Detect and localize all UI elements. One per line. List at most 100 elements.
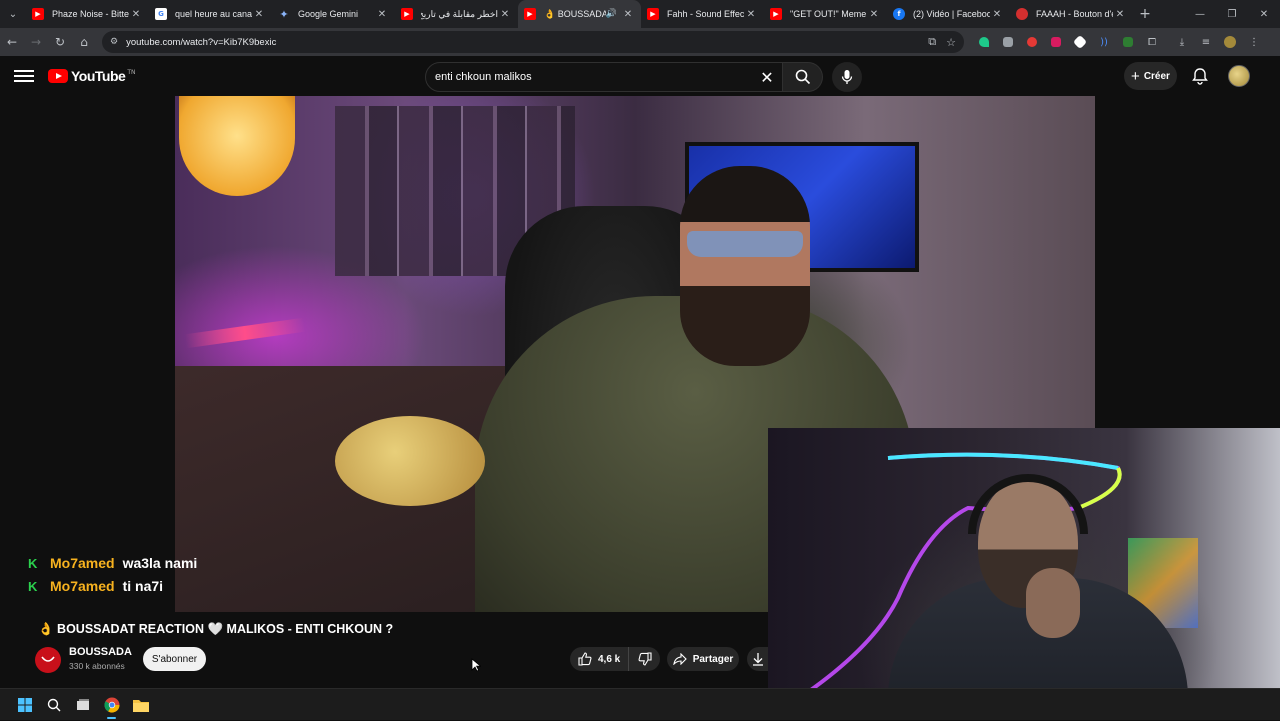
back-icon[interactable]: ←	[0, 28, 24, 56]
channel-logo-icon	[41, 656, 55, 662]
file-explorer-icon[interactable]	[126, 689, 155, 721]
restore-icon[interactable]: ❐	[1216, 0, 1248, 28]
extension-icon[interactable]	[1068, 28, 1092, 56]
browser-tab[interactable]: ▶ Phaze Noise - Bitter S ✕	[26, 0, 149, 28]
extension-icon[interactable]: ))	[1092, 28, 1116, 56]
youtube-header: YouTube TN enti chkoun malikos ✕ + Créer	[0, 56, 1280, 96]
download-icon	[752, 653, 763, 666]
task-view-icon[interactable]	[68, 689, 97, 721]
voice-search-button[interactable]	[832, 62, 862, 92]
browser-tab[interactable]: G quel heure au canada ✕	[149, 0, 272, 28]
browser-tab[interactable]: ▶ "GET OUT!" Meme (U ✕	[764, 0, 887, 28]
address-bar[interactable]: ⚙ youtube.com/watch?v=Kib7K9bexic ⧉ ☆	[102, 31, 964, 53]
video-frame-led	[184, 317, 306, 349]
search-query-text[interactable]: enti chkoun malikos	[435, 71, 752, 83]
site-info-icon[interactable]: ⚙	[110, 37, 118, 47]
hamburger-menu-icon[interactable]	[14, 68, 34, 84]
reload-icon[interactable]: ↻	[48, 28, 72, 56]
window-controls: — ❐ ✕	[1184, 0, 1280, 28]
like-dislike-bar: 4,6 k	[570, 647, 660, 671]
share-button[interactable]: Partager	[667, 647, 739, 671]
dislike-button[interactable]	[629, 652, 660, 666]
youtube-wordmark: YouTube	[71, 68, 126, 84]
tab-search-chevron-icon[interactable]: ⌄	[0, 0, 26, 28]
region-code: TN	[127, 68, 136, 76]
search-icon[interactable]	[39, 689, 68, 721]
close-tab-icon[interactable]: ✕	[867, 9, 881, 20]
browser-menu-icon[interactable]: ⋮	[1242, 28, 1266, 56]
create-button[interactable]: + Créer	[1124, 62, 1177, 90]
tab-title: quel heure au canada	[175, 9, 252, 19]
windows-start-icon[interactable]	[10, 689, 39, 721]
account-avatar[interactable]	[1228, 65, 1250, 87]
close-tab-icon[interactable]: ✕	[498, 9, 512, 20]
close-tab-icon[interactable]: ✕	[1113, 9, 1127, 20]
close-tab-icon[interactable]: ✕	[744, 9, 758, 20]
tab-title: 👌 BOUSSADAT R	[544, 8, 606, 19]
video-frame-sunglasses	[687, 231, 803, 257]
tab-title: (2) Vidéo | Facebook	[913, 9, 990, 19]
subscribe-button[interactable]: S'abonner	[143, 647, 206, 671]
browser-tab[interactable]: f (2) Vidéo | Facebook ✕	[887, 0, 1010, 28]
profile-avatar-icon[interactable]	[1218, 28, 1242, 56]
tab-title: Fahh - Sound Effect (	[667, 9, 744, 19]
close-tab-icon[interactable]: ✕	[375, 9, 389, 20]
close-window-icon[interactable]: ✕	[1248, 0, 1280, 28]
channel-avatar[interactable]	[35, 647, 61, 673]
extension-icon[interactable]	[1116, 28, 1140, 56]
close-tab-icon[interactable]: ✕	[252, 9, 266, 20]
browser-tab[interactable]: ▶ Fahh - Sound Effect ( ✕	[641, 0, 764, 28]
browser-tab[interactable]: ✦ Google Gemini ✕	[272, 0, 395, 28]
close-tab-icon[interactable]: ✕	[990, 9, 1004, 20]
extension-icon[interactable]	[1044, 28, 1068, 56]
search-button[interactable]	[783, 62, 823, 92]
youtube-icon: ▶	[770, 8, 782, 20]
audio-playing-icon[interactable]: 🔊	[606, 9, 617, 19]
extension-icon[interactable]	[1020, 28, 1044, 56]
browser-tab-strip: ⌄ ▶ Phaze Noise - Bitter S ✕ G quel heur…	[0, 0, 1280, 28]
extensions-puzzle-icon[interactable]: ⧠	[1140, 28, 1164, 56]
thumbs-down-icon	[638, 652, 652, 666]
install-app-icon[interactable]: ⧉	[928, 35, 936, 49]
search-input[interactable]: enti chkoun malikos ✕	[425, 62, 783, 92]
chat-username: Mo7amed	[50, 555, 115, 571]
home-icon[interactable]: ⌂	[72, 28, 96, 56]
video-frame-face	[680, 166, 810, 366]
browser-tab[interactable]: ▶ اخطر مقابلة في تاريخ ✕	[395, 0, 518, 28]
video-frame-neon-sign	[179, 96, 295, 196]
youtube-play-icon	[48, 69, 68, 83]
url-text[interactable]: youtube.com/watch?v=Kib7K9bexic	[126, 37, 918, 48]
youtube-icon: ▶	[32, 8, 44, 20]
clear-search-icon[interactable]: ✕	[752, 68, 782, 87]
youtube-logo[interactable]: YouTube TN	[48, 68, 135, 84]
browser-tab[interactable]: FAAAH - Bouton d'ef ✕	[1010, 0, 1133, 28]
mouse-cursor-icon	[471, 658, 481, 672]
like-count: 4,6 k	[598, 653, 621, 665]
channel-name[interactable]: BOUSSADA	[69, 646, 132, 658]
browser-tab-active[interactable]: ▶ 👌 BOUSSADAT R 🔊 ✕	[518, 0, 641, 28]
media-controls-icon[interactable]: ≡	[1194, 28, 1218, 56]
bookmark-star-icon[interactable]: ☆	[946, 36, 956, 49]
new-tab-icon[interactable]: +	[1133, 0, 1157, 28]
youtube-icon: ▶	[647, 8, 659, 20]
forward-icon[interactable]: →	[24, 28, 48, 56]
tab-title: FAAAH - Bouton d'ef	[1036, 9, 1113, 19]
close-tab-icon[interactable]: ✕	[129, 9, 143, 20]
tab-title: Phaze Noise - Bitter S	[52, 9, 129, 19]
camera-extension-icon[interactable]	[996, 28, 1020, 56]
download-button[interactable]	[747, 647, 768, 671]
subscriber-count: 330 k abonnés	[69, 661, 125, 671]
share-label: Partager	[692, 653, 734, 665]
close-tab-icon[interactable]: ✕	[621, 9, 635, 20]
notifications-bell-icon[interactable]	[1190, 66, 1210, 86]
chat-username: Mo7amed	[50, 578, 115, 594]
microphone-icon	[841, 70, 853, 84]
windows-taskbar	[0, 688, 1280, 720]
downloads-icon[interactable]: ⤓	[1170, 28, 1194, 56]
minimize-icon[interactable]: —	[1184, 0, 1216, 28]
create-label: Créer	[1143, 70, 1170, 82]
tab-title: اخطر مقابلة في تاريخ	[421, 8, 498, 19]
extension-icon[interactable]	[972, 28, 996, 56]
like-button[interactable]: 4,6 k	[570, 647, 630, 671]
chrome-icon[interactable]	[97, 689, 126, 721]
